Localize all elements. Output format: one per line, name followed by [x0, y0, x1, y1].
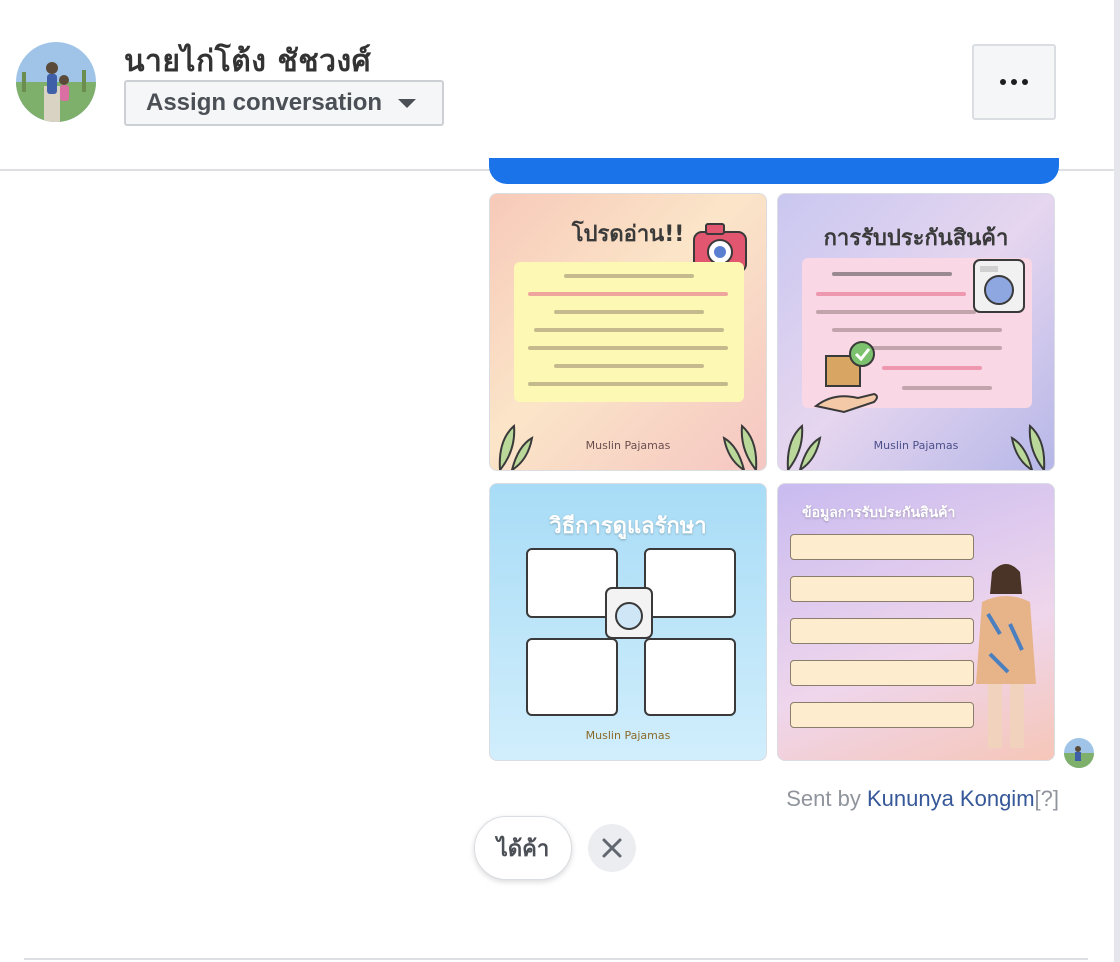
- window-edge: [1114, 0, 1120, 962]
- attachment-image-warranty-info[interactable]: ข้อมูลการรับประกันสินค้า: [777, 483, 1055, 761]
- attachment-image-care[interactable]: วิธีการดูแลรักษา Muslin Pajamas: [489, 483, 767, 761]
- image-text-panel: [514, 262, 744, 402]
- contact-avatar[interactable]: [16, 42, 96, 122]
- sent-by-line: Sent by Kununya Kongim[?]: [786, 786, 1059, 812]
- sender-avatar: [1064, 738, 1094, 768]
- sender-name-link[interactable]: Kununya Kongim: [867, 786, 1035, 811]
- caret-down-icon: [398, 98, 417, 108]
- quick-reply-chip[interactable]: ได้ค้า: [474, 816, 572, 880]
- image-title: วิธีการดูแลรักษา: [549, 514, 707, 539]
- contact-name[interactable]: นายไก่โต้ง ชัชวงศ์: [124, 38, 371, 85]
- more-options-button[interactable]: [972, 44, 1056, 120]
- attachment-image-read-me[interactable]: โปรดอ่าน!! Muslin Pajamas: [489, 193, 767, 471]
- info-note: [790, 534, 974, 560]
- washing-machine-icon: [605, 587, 653, 639]
- conversation-header: นายไก่โต้ง ชัชวงศ์ Assign conversation: [0, 0, 1114, 171]
- previous-message-bubble: [489, 158, 1059, 184]
- info-note: [790, 702, 974, 728]
- image-title: การรับประกันสินค้า: [823, 226, 1009, 251]
- more-icon-dot: [1011, 79, 1017, 85]
- washing-machine-icon: [973, 259, 1025, 313]
- image-brand: Muslin Pajamas: [585, 439, 671, 452]
- package-hand-icon: [814, 341, 878, 414]
- image-attachments: โปรดอ่าน!! Muslin Pajamas การรับประกันสิ…: [489, 193, 1057, 761]
- more-icon-dot: [1022, 79, 1028, 85]
- image-title: ข้อมูลการรับประกันสินค้า: [802, 505, 956, 521]
- info-note: [790, 576, 974, 602]
- divider: [24, 958, 1088, 960]
- info-note: [790, 618, 974, 644]
- care-tip-card: [526, 638, 618, 716]
- model-photo: [976, 564, 1036, 748]
- sent-by-help[interactable]: [?]: [1035, 786, 1059, 811]
- care-tip-card: [644, 548, 736, 618]
- image-brand: Muslin Pajamas: [585, 729, 671, 742]
- dismiss-quick-reply-button[interactable]: [588, 824, 636, 872]
- info-note: [790, 660, 974, 686]
- image-brand: Muslin Pajamas: [873, 439, 959, 452]
- assign-conversation-label: Assign conversation: [146, 89, 383, 116]
- assign-conversation-button[interactable]: Assign conversation: [124, 80, 444, 126]
- sent-by-prefix: Sent by: [786, 786, 867, 811]
- close-icon: [602, 838, 622, 858]
- care-tip-card: [644, 638, 736, 716]
- attachment-image-warranty[interactable]: การรับประกันสินค้า Muslin Pajamas: [777, 193, 1055, 471]
- more-icon: [1000, 79, 1006, 85]
